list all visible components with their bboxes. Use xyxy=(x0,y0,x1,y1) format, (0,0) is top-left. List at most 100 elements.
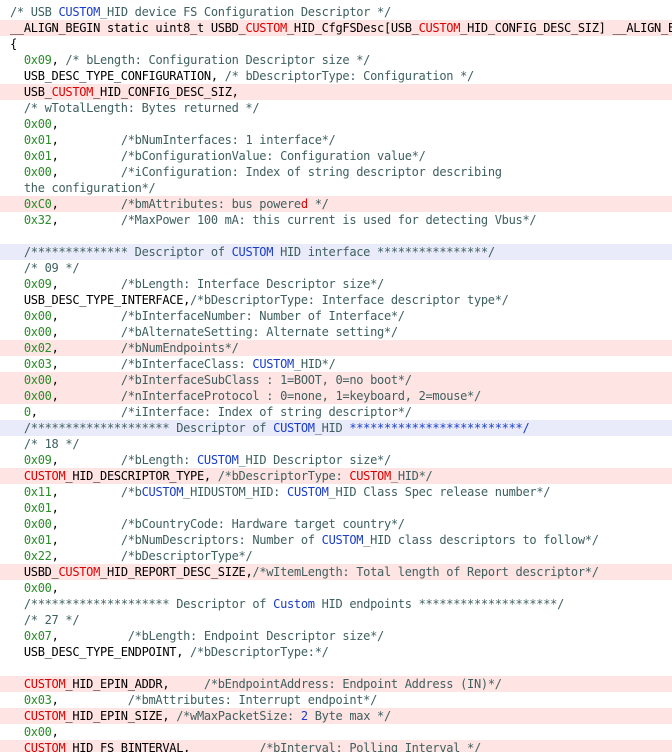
code-line[interactable]: 0x00, xyxy=(0,580,672,596)
code-token: the configuration*/ xyxy=(10,181,156,195)
code-token: _HID_FS_BINTERVAL, xyxy=(65,741,260,752)
code-line[interactable]: USB_DESC_TYPE_ENDPOINT, /*bDescriptorTyp… xyxy=(0,644,672,660)
code-line[interactable]: 0x01, /*bNumInterfaces: 1 interface*/ xyxy=(0,132,672,148)
code-token: 0x01 xyxy=(10,133,52,147)
code-token: /*bNumDescriptors: Number of xyxy=(120,533,322,547)
code-token: /*bInterfaceSubClass : 1=BOOT, 0=no boot… xyxy=(120,373,412,387)
code-line[interactable]: 0x00, /*iConfiguration: Index of string … xyxy=(0,164,672,180)
code-editor[interactable]: /* USB CUSTOM_HID device FS Configuratio… xyxy=(0,0,672,752)
code-line[interactable]: /* 09 */ xyxy=(0,260,672,276)
code-token: , xyxy=(51,373,121,387)
code-line[interactable]: 0x00, xyxy=(0,724,672,740)
code-line[interactable]: 0x01, xyxy=(0,500,672,516)
code-token: CUSTOM xyxy=(10,709,66,723)
code-token: _HID_EPIN_SIZE, xyxy=(65,709,177,723)
code-line[interactable]: 0x22, /*bDescriptorType*/ xyxy=(0,548,672,564)
code-line[interactable] xyxy=(0,660,672,676)
code-line[interactable] xyxy=(0,228,672,244)
code-token: , xyxy=(51,517,121,531)
code-token: /* bLength: Configuration Descriptor siz… xyxy=(65,53,371,67)
code-line[interactable]: /* wTotalLength: Bytes returned */ xyxy=(0,100,672,116)
code-token: _HID_CONFIG_DESC_SIZ, xyxy=(93,85,239,99)
code-token: CUSTOM xyxy=(141,485,184,499)
code-token: , xyxy=(51,549,121,563)
code-line[interactable]: /* 27 */ xyxy=(0,612,672,628)
code-token: 0x01 xyxy=(10,149,52,163)
code-line[interactable]: /* USB CUSTOM_HID device FS Configuratio… xyxy=(0,4,672,20)
code-line[interactable]: 0x03, /*bInterfaceClass: CUSTOM_HID*/ xyxy=(0,356,672,372)
code-line[interactable]: 0, /*iInterface: Index of string descrip… xyxy=(0,404,672,420)
code-line[interactable]: USB_DESC_TYPE_INTERFACE,/*bDescriptorTyp… xyxy=(0,292,672,308)
code-token: _HIDUSTOM_HID: xyxy=(183,485,288,499)
code-token: 0x09 xyxy=(10,453,52,467)
code-token: 0x00 xyxy=(10,373,52,387)
code-line[interactable]: 0x00, xyxy=(0,116,672,132)
code-line[interactable]: 0x00, /*bAlternateSetting: Alternate set… xyxy=(0,324,672,340)
code-line[interactable]: the configuration*/ xyxy=(0,180,672,196)
code-token: __ALIGN_BEGIN static uint8_t USBD_ xyxy=(10,21,246,35)
code-line[interactable]: 0x09, /* bLength: Configuration Descript… xyxy=(0,52,672,68)
code-line[interactable]: 0x00, /*bInterfaceNumber: Number of Inte… xyxy=(0,308,672,324)
code-token: _HID_REPORT_DESC_SIZE, xyxy=(100,565,253,579)
code-line[interactable]: 0x09, /*bLength: Interface Descriptor si… xyxy=(0,276,672,292)
code-line[interactable]: 0x32, /*MaxPower 100 mA: this current is… xyxy=(0,212,672,228)
code-line[interactable]: CUSTOM_HID_FS_BINTERVAL, /*bInterval: Po… xyxy=(0,740,672,752)
code-line[interactable]: CUSTOM_HID_EPIN_ADDR, /*bEndpointAddress… xyxy=(0,676,672,692)
code-token: CUSTOM xyxy=(321,533,364,547)
code-line[interactable]: 0x01, /*bConfigurationValue: Configurati… xyxy=(0,148,672,164)
code-token: , xyxy=(30,405,121,419)
code-token: /* 18 */ xyxy=(10,437,80,451)
code-token: , xyxy=(51,533,121,547)
code-token: */ xyxy=(307,197,329,211)
code-line[interactable]: 0x00, /*nInterfaceProtocol : 0=none, 1=k… xyxy=(0,388,672,404)
code-line[interactable]: 0x03, /*bmAttributes: Interrupt endpoint… xyxy=(0,692,672,708)
code-token: , xyxy=(51,389,121,403)
code-line[interactable]: { xyxy=(0,36,672,52)
code-token: 0x00 xyxy=(10,165,52,179)
code-token: /*bInterval: Polling Interval */ xyxy=(259,741,481,752)
code-token: 0x00 xyxy=(10,309,52,323)
code-token: , xyxy=(51,485,121,499)
code-token: /*MaxPower 100 mA: this current is used … xyxy=(120,213,537,227)
code-token: , xyxy=(51,117,59,131)
code-token: /*iInterface: Index of string descriptor… xyxy=(120,405,412,419)
code-line[interactable]: CUSTOM_HID_DESCRIPTOR_TYPE, /*bDescripto… xyxy=(0,468,672,484)
code-token: CUSTOM xyxy=(349,469,391,483)
code-token: { xyxy=(10,37,17,51)
code-line[interactable]: /* 18 */ xyxy=(0,436,672,452)
code-token: USB_DESC_TYPE_CONFIGURATION, xyxy=(10,69,225,83)
code-token: /*bConfigurationValue: Configuration val… xyxy=(120,149,426,163)
code-token: , xyxy=(51,693,128,707)
code-line[interactable]: 0xC0, /*bmAttributes: bus powered */ xyxy=(0,196,672,212)
code-line[interactable]: USBD_CUSTOM_HID_REPORT_DESC_SIZE,/*wItem… xyxy=(0,564,672,580)
code-line[interactable]: 0x02, /*bNumEndpoints*/ xyxy=(0,340,672,356)
code-line[interactable]: /******************** Descriptor of Cust… xyxy=(0,596,672,612)
code-line[interactable]: USB_DESC_TYPE_CONFIGURATION, /* bDescrip… xyxy=(0,68,672,84)
code-token: /*bDescriptorType*/ xyxy=(120,549,253,563)
code-token: /*bLength: Endpoint Descriptor size*/ xyxy=(127,629,385,643)
code-token: 2 xyxy=(300,709,308,723)
code-line[interactable]: /******************** Descriptor of CUST… xyxy=(0,420,672,436)
code-token: 0xC0 xyxy=(10,197,52,211)
code-line[interactable]: 0x00, /*bCountryCode: Hardware target co… xyxy=(0,516,672,532)
code-line[interactable]: 0x01, /*bNumDescriptors: Number of CUSTO… xyxy=(0,532,672,548)
code-token: /*bDescriptorType:*/ xyxy=(190,645,329,659)
code-line[interactable]: 0x07, /*bLength: Endpoint Descriptor siz… xyxy=(0,628,672,644)
code-token: /*bmAttributes: Interrupt endpoint*/ xyxy=(127,693,378,707)
code-line[interactable]: USB_CUSTOM_HID_CONFIG_DESC_SIZ, xyxy=(0,84,672,100)
code-line[interactable]: __ALIGN_BEGIN static uint8_t USBD_ CUSTOM… xyxy=(0,20,672,36)
code-token: /******************** Descriptor of xyxy=(10,421,274,435)
code-token: /* USB xyxy=(10,5,59,19)
code-token: Byte max */ xyxy=(307,709,391,723)
code-token: USBD_ xyxy=(10,565,59,579)
code-token: 0x32 xyxy=(10,213,52,227)
code-line[interactable]: 0x09, /*bLength: CUSTOM_HID Descriptor s… xyxy=(0,452,672,468)
code-line[interactable]: /************** Descriptor of CUSTOM HID… xyxy=(0,244,672,260)
code-token: CUSTOM xyxy=(418,21,461,35)
code-token: CUSTOM xyxy=(58,565,101,579)
code-token: /*bDescriptorType: xyxy=(217,469,350,483)
code-line[interactable]: 0x00, /*bInterfaceSubClass : 1=BOOT, 0=n… xyxy=(0,372,672,388)
code-token: /* bDescriptorType: Configuration */ xyxy=(224,69,475,83)
code-line[interactable]: CUSTOM_HID_EPIN_SIZE, /*wMaxPacketSize: … xyxy=(0,708,672,724)
code-line[interactable]: 0x11, /*bCUSTOM_HIDUSTOM_HID: CUSTOM_HID… xyxy=(0,484,672,500)
